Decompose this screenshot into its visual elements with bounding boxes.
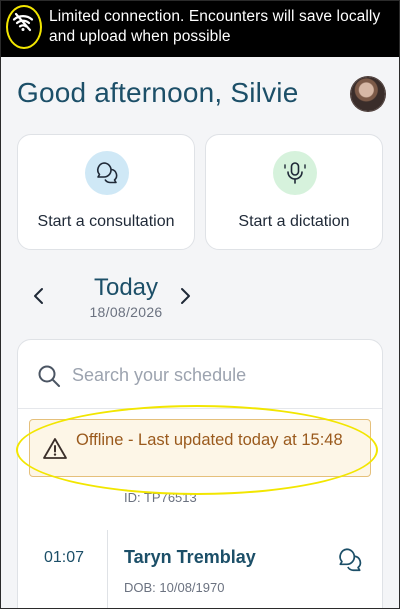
chat-bubbles-icon xyxy=(97,162,118,184)
microphone-icon xyxy=(284,162,306,184)
patient-name[interactable]: Taryn Tremblay xyxy=(124,547,256,568)
start-consultation-button[interactable]: Start a consultation xyxy=(17,134,195,250)
search-input[interactable]: Search your schedule xyxy=(34,360,364,390)
start-consultation-label: Start a consultation xyxy=(37,213,175,230)
appointment-divider xyxy=(107,530,108,608)
start-dictation-label: Start a dictation xyxy=(238,213,350,230)
search-icon xyxy=(38,365,60,387)
chat-bubbles-icon[interactable] xyxy=(336,546,364,574)
chevron-left-icon[interactable] xyxy=(27,284,51,308)
banner-message: Limited connection. Encounters will save… xyxy=(49,8,381,45)
start-dictation-button[interactable]: Start a dictation xyxy=(205,134,383,250)
connection-banner: Limited connection. Encounters will save… xyxy=(1,1,399,57)
offline-notice-highlight xyxy=(16,405,378,495)
greeting-title: Good afternoon, Silvie xyxy=(17,77,299,108)
avatar[interactable] xyxy=(351,77,385,111)
date-title: Today xyxy=(93,274,159,301)
date-subtitle: 18/08/2026 xyxy=(89,304,163,320)
dictation-icon-circle xyxy=(273,151,317,195)
patient-dob: DOB: 10/08/1970 xyxy=(124,580,225,595)
search-placeholder: Search your schedule xyxy=(72,365,247,385)
app-screen: Limited connection. Encounters will save… xyxy=(0,0,400,609)
wifi-icon-highlight xyxy=(6,5,42,49)
appointment-time: 01:07 xyxy=(44,549,85,566)
consultation-icon-circle xyxy=(85,151,129,195)
chevron-right-icon[interactable] xyxy=(173,284,197,308)
